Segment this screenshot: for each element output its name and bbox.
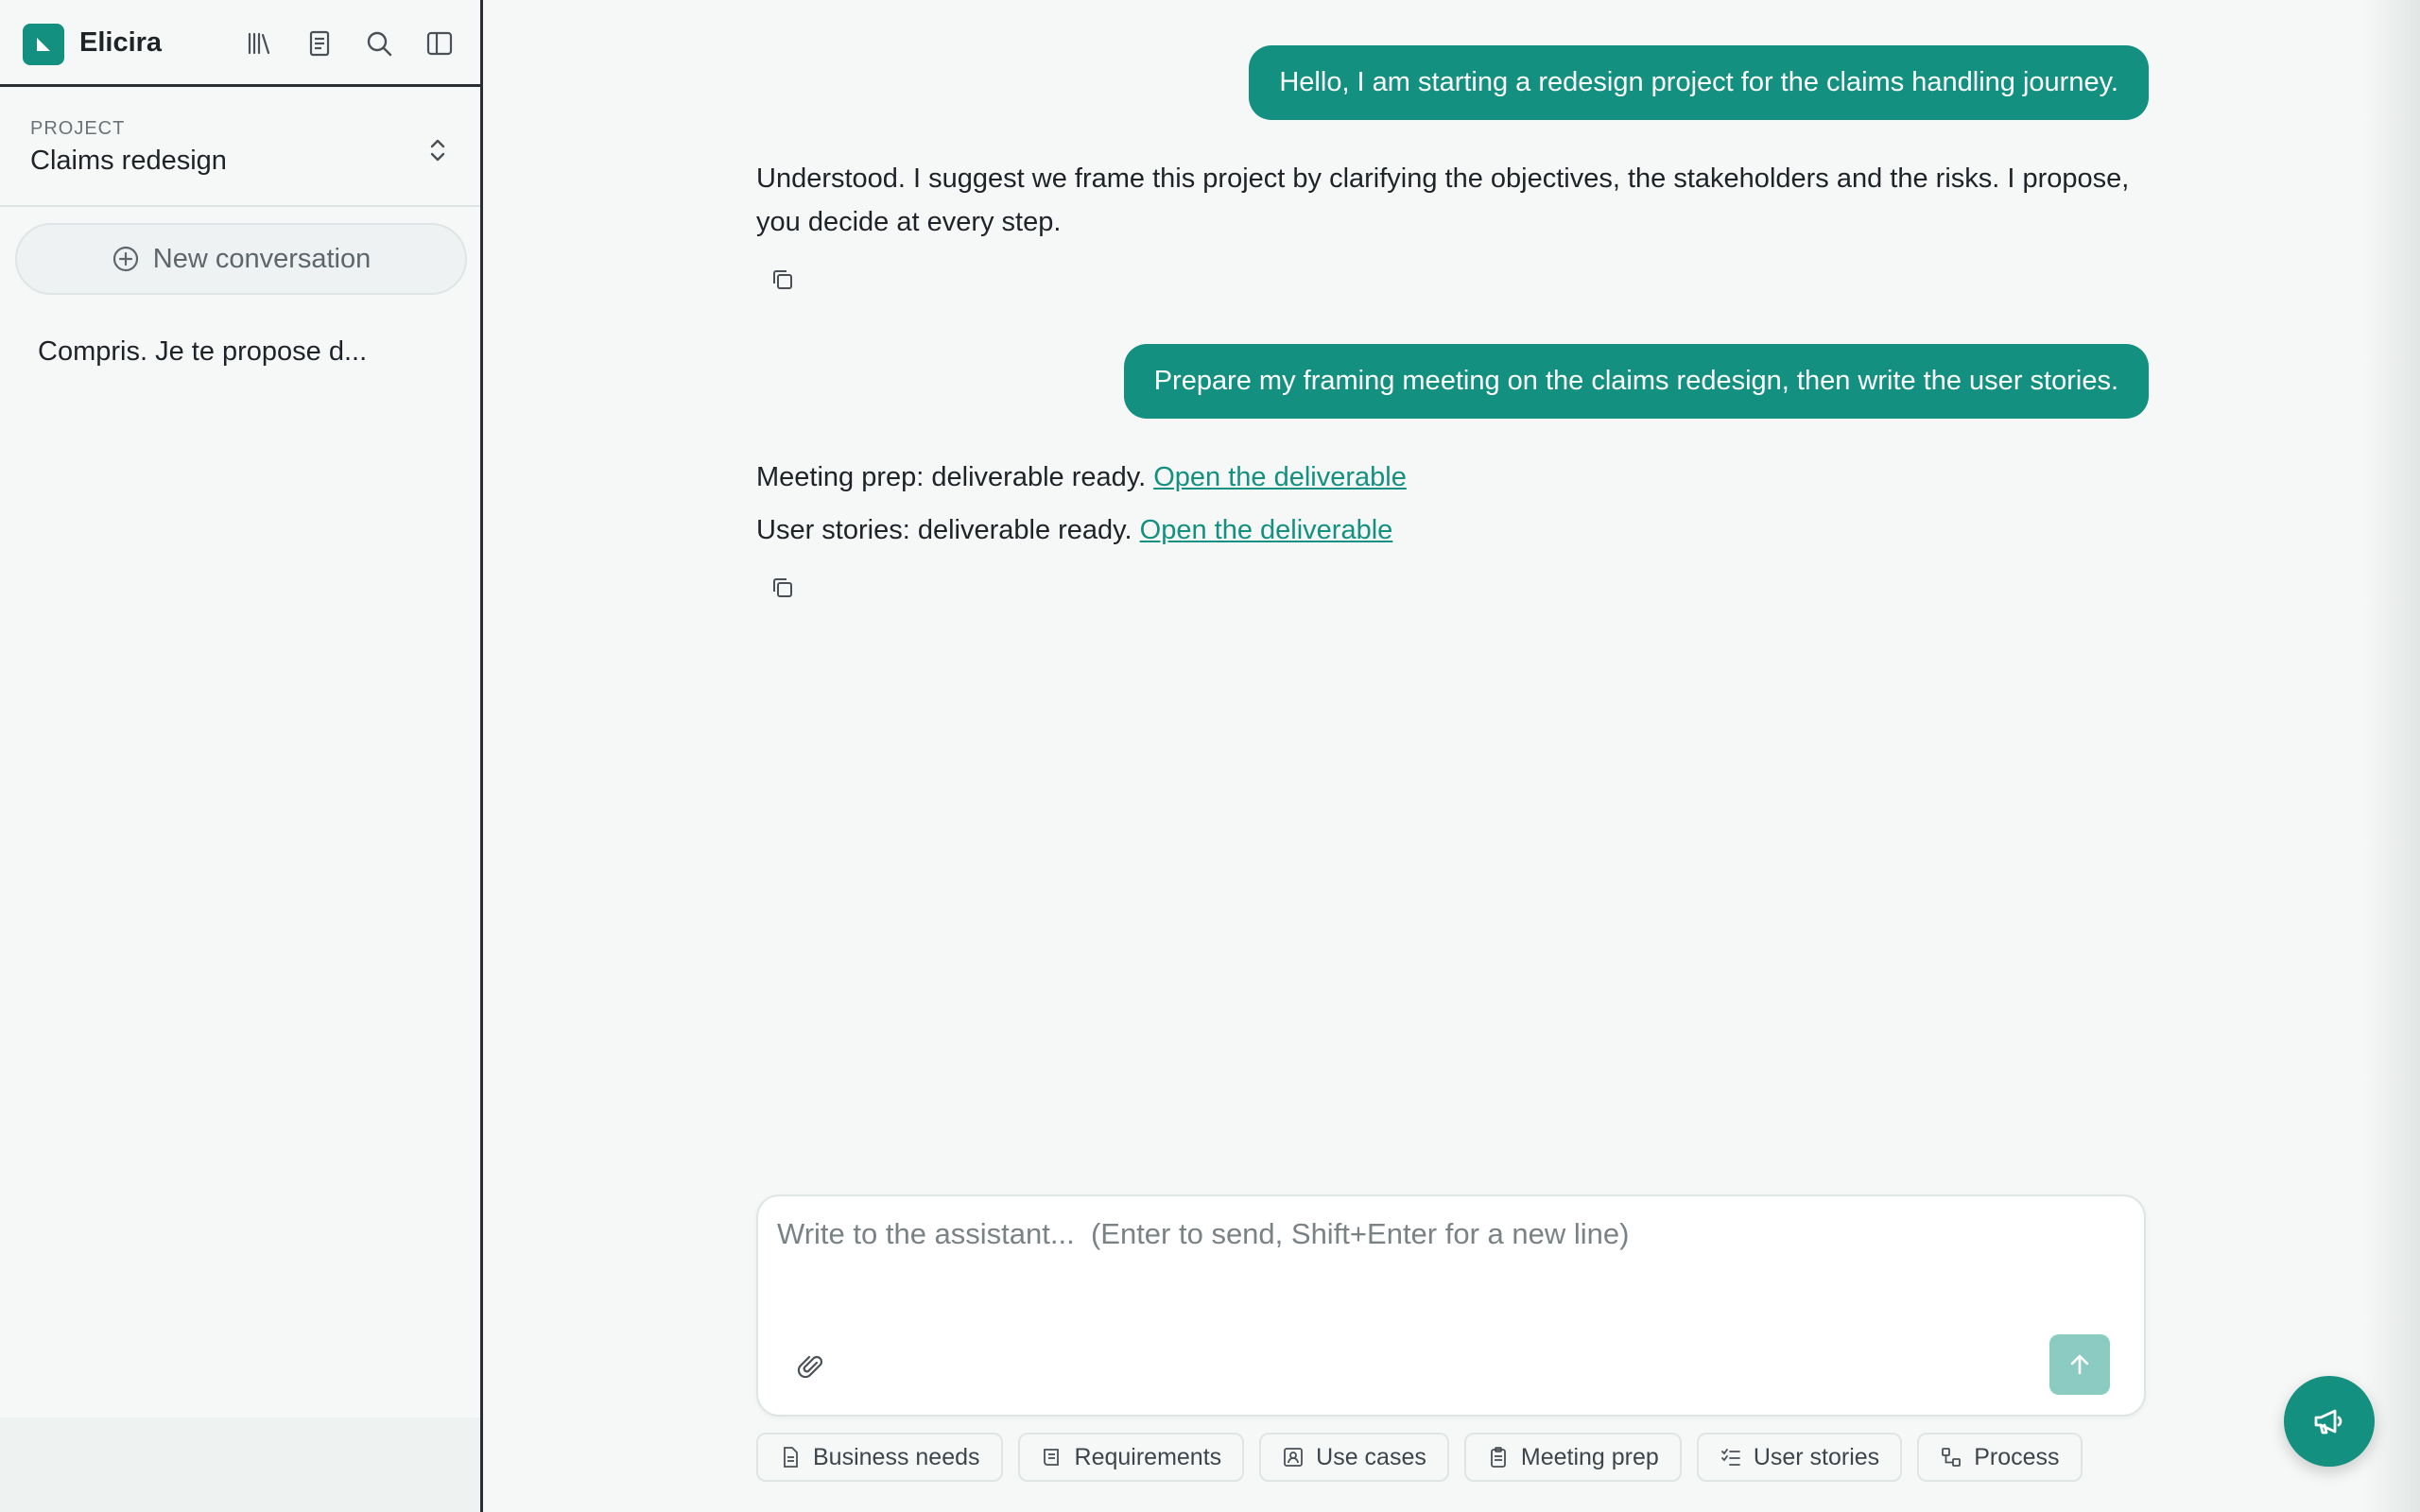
assistant-message: User stories: deliverable ready. Open th…: [756, 508, 1392, 552]
feedback-button[interactable]: [2284, 1376, 2375, 1467]
user-message-text: Hello, I am starting a redesign project …: [1279, 67, 2118, 97]
user-message: Prepare my framing meeting on the claims…: [1123, 344, 2149, 419]
user-message-text: Prepare my framing meeting on the claims…: [1153, 366, 2118, 396]
new-conversation-button[interactable]: New conversation: [15, 223, 467, 295]
message-composer: [756, 1194, 2146, 1417]
megaphone-icon: [2314, 1409, 2342, 1435]
chip-requirements[interactable]: Requirements: [1017, 1433, 1245, 1482]
document-icon[interactable]: [302, 26, 337, 61]
project-name: Claims redesign: [30, 146, 227, 176]
chip-user-stories[interactable]: User stories: [1696, 1433, 1903, 1482]
project-label: PROJECT: [30, 118, 126, 139]
flow-icon: [1942, 1448, 1962, 1467]
assistant-message-text: Understood. I suggest we frame this proj…: [756, 163, 2130, 237]
shortcut-chips: Business needs Requirements Use cases Me…: [756, 1433, 2083, 1482]
deliverable-status: Meeting prep: deliverable ready.: [756, 462, 1147, 492]
project-selector[interactable]: PROJECT Claims redesign: [0, 90, 480, 207]
user-card-icon: [1284, 1448, 1304, 1467]
sidebar: Elicira PROJECT Claims redesign New conv…: [0, 0, 483, 1512]
open-deliverable-link[interactable]: Open the deliverable: [1153, 462, 1407, 492]
arrow-up-icon: [2070, 1354, 2089, 1375]
copy-icon[interactable]: [766, 571, 800, 605]
deliverable-status: User stories: deliverable ready.: [756, 515, 1132, 545]
sidebar-footer: [0, 1418, 480, 1512]
open-deliverable-link[interactable]: Open the deliverable: [1140, 515, 1393, 545]
chevron-up-down-icon[interactable]: [422, 131, 454, 169]
deliverable-line: Meeting prep: deliverable ready. Open th…: [756, 455, 1407, 499]
message-input[interactable]: [777, 1217, 2119, 1312]
chip-label: Use cases: [1316, 1443, 1426, 1470]
app-logo: [23, 24, 64, 65]
chip-label: Meeting prep: [1520, 1443, 1659, 1470]
chat-area: Hello, I am starting a redesign project …: [486, 0, 2420, 1512]
plus-circle-icon: [112, 246, 138, 272]
library-icon[interactable]: [241, 26, 277, 61]
sidebar-topbar: Elicira: [0, 0, 480, 87]
sidebar-toggle-icon[interactable]: [422, 26, 458, 61]
assistant-message: Understood. I suggest we frame this proj…: [756, 157, 2155, 244]
chip-label: Requirements: [1074, 1443, 1222, 1470]
paperclip-icon[interactable]: [792, 1348, 830, 1385]
scroll-icon: [1043, 1449, 1059, 1466]
send-button[interactable]: [2049, 1334, 2110, 1395]
new-conversation-label: New conversation: [152, 243, 372, 274]
chip-use-cases[interactable]: Use cases: [1259, 1433, 1449, 1482]
conversation-title: Compris. Je te propose d...: [38, 335, 368, 367]
chip-meeting-prep[interactable]: Meeting prep: [1463, 1433, 1682, 1482]
assistant-message: Meeting prep: deliverable ready. Open th…: [756, 455, 1407, 499]
document-icon: [784, 1447, 798, 1468]
app-title: Elicira: [79, 27, 163, 58]
chip-process[interactable]: Process: [1917, 1433, 2083, 1482]
chip-label: User stories: [1753, 1443, 1880, 1470]
deliverable-line: User stories: deliverable ready. Open th…: [756, 508, 1392, 552]
search-icon[interactable]: [361, 26, 397, 61]
chip-label: Process: [1974, 1443, 2060, 1470]
chip-label: Business needs: [813, 1443, 980, 1470]
chip-business-needs[interactable]: Business needs: [756, 1433, 1003, 1482]
copy-icon[interactable]: [766, 263, 800, 297]
conversation-item[interactable]: Compris. Je te propose d...: [15, 325, 467, 378]
user-message: Hello, I am starting a redesign project …: [1249, 45, 2149, 120]
checklist-icon: [1720, 1449, 1740, 1466]
clipboard-icon: [1490, 1447, 1506, 1468]
